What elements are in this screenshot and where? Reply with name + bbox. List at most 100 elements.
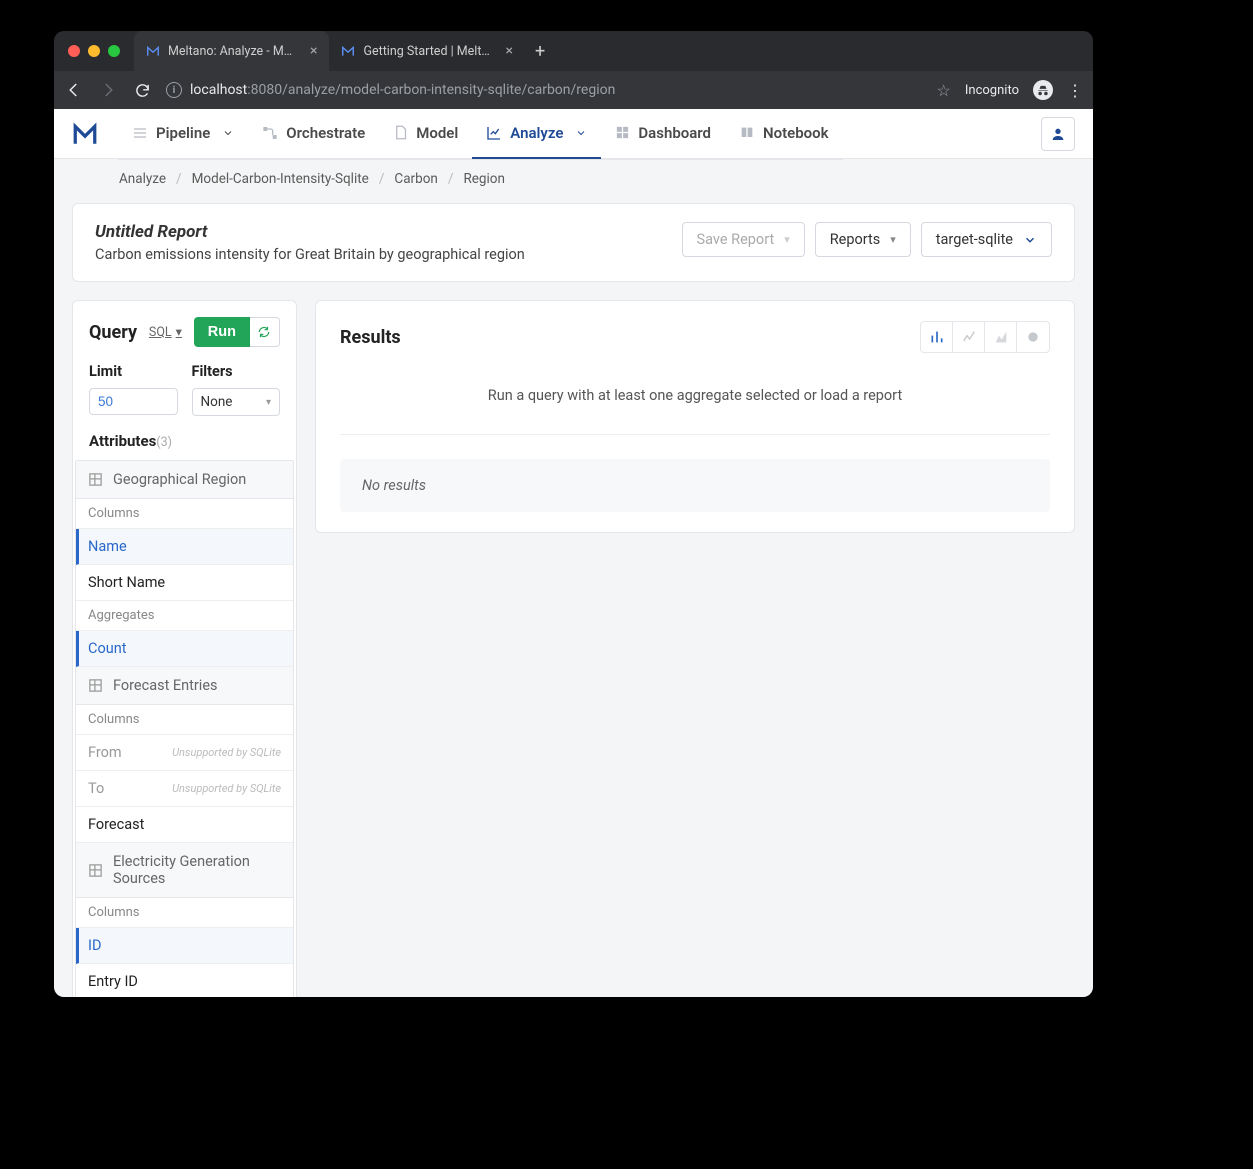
- button-label: Reports: [830, 231, 881, 248]
- nav-orchestrate[interactable]: Orchestrate: [248, 109, 379, 159]
- tab-title: Meltano: Analyze - Model Desi: [168, 44, 298, 59]
- url-host: localhost: [190, 82, 247, 98]
- button-label: target-sqlite: [936, 231, 1013, 248]
- attr-item-short-name[interactable]: Short Name: [76, 565, 293, 601]
- browser-menu-icon[interactable]: ⋮: [1067, 81, 1083, 100]
- url-bar[interactable]: i localhost:8080/analyze/model-carbon-in…: [166, 82, 923, 98]
- attr-section-aggregates: Aggregates: [76, 601, 293, 631]
- table-icon: [88, 863, 103, 878]
- chart-type-scatter[interactable]: [1017, 322, 1049, 352]
- new-tab-button[interactable]: +: [525, 31, 555, 71]
- caret-down-icon: ▾: [890, 233, 896, 246]
- table-icon: [88, 472, 103, 487]
- line-chart-icon: [961, 329, 977, 345]
- breadcrumb-item[interactable]: Carbon: [394, 171, 437, 187]
- meltano-favicon-icon: [146, 44, 160, 58]
- attr-item-count[interactable]: Count: [76, 631, 293, 667]
- nav-analyze[interactable]: Analyze: [472, 109, 601, 159]
- breadcrumb-item[interactable]: Region: [463, 171, 505, 187]
- nav-pipeline[interactable]: Pipeline: [118, 109, 248, 159]
- nav-label: Analyze: [510, 124, 563, 142]
- document-icon: [393, 125, 408, 140]
- limit-input[interactable]: [89, 388, 178, 415]
- button-label: Save Report: [697, 231, 775, 248]
- chevron-down-icon: [575, 127, 587, 139]
- report-subtitle: Carbon emissions intensity for Great Bri…: [95, 246, 525, 263]
- sql-toggle[interactable]: SQL ▾: [149, 324, 182, 340]
- attr-item-entry-id[interactable]: Entry ID: [76, 964, 293, 997]
- chart-type-line[interactable]: [953, 322, 985, 352]
- attr-group-name: Electricity Generation Sources: [113, 853, 281, 887]
- nav-label: Model: [416, 124, 458, 142]
- run-button[interactable]: Run: [194, 317, 250, 347]
- attr-group-header[interactable]: Forecast Entries: [76, 667, 293, 705]
- refresh-icon: [257, 325, 271, 339]
- no-results-message: No results: [340, 459, 1050, 512]
- window-close-icon[interactable]: [68, 45, 80, 57]
- breadcrumb-item[interactable]: Model-Carbon-Intensity-Sqlite: [192, 171, 369, 187]
- nav-label: Orchestrate: [286, 124, 365, 142]
- refresh-button[interactable]: [250, 317, 280, 347]
- attr-group-header[interactable]: Geographical Region: [76, 461, 293, 499]
- filters-value: None: [201, 394, 233, 410]
- tab-title: Getting Started | Meltano: [363, 44, 493, 59]
- nav-back-icon[interactable]: [64, 81, 84, 99]
- attr-item-forecast[interactable]: Forecast: [76, 807, 293, 843]
- attr-item-to: ToUnsupported by SQLite: [76, 771, 293, 807]
- browser-tab-active[interactable]: Meltano: Analyze - Model Desi ×: [134, 31, 329, 71]
- nav-label: Pipeline: [156, 124, 210, 142]
- reports-button[interactable]: Reports ▾: [815, 222, 911, 257]
- nav-model[interactable]: Model: [379, 109, 472, 159]
- attr-label: Count: [88, 640, 126, 657]
- bar-chart-icon: [929, 329, 945, 345]
- tab-close-icon[interactable]: ×: [505, 43, 512, 59]
- window-minimize-icon[interactable]: [88, 45, 100, 57]
- window-maximize-icon[interactable]: [108, 45, 120, 57]
- bookmark-star-icon[interactable]: ☆: [937, 81, 951, 100]
- attr-item-from: FromUnsupported by SQLite: [76, 735, 293, 771]
- chart-type-area[interactable]: [985, 322, 1017, 352]
- chart-type-bar[interactable]: [921, 322, 953, 352]
- breadcrumb-separator: /: [379, 171, 385, 187]
- table-icon: [88, 678, 103, 693]
- chevron-down-icon: [222, 127, 234, 139]
- browser-tabs: Meltano: Analyze - Model Desi × Getting …: [134, 31, 555, 71]
- caret-down-icon: ▾: [266, 397, 271, 408]
- attr-label: Name: [88, 538, 127, 555]
- query-title: Query: [89, 322, 137, 343]
- unsupported-note: Unsupported by SQLite: [172, 746, 281, 759]
- meltano-logo-icon[interactable]: [72, 121, 98, 147]
- query-panel: Query SQL ▾ Run: [72, 300, 297, 997]
- limit-label: Limit: [89, 363, 178, 380]
- results-message: Run a query with at least one aggregate …: [340, 377, 1050, 434]
- attributes-label: Attributes: [89, 432, 156, 450]
- chevron-down-icon: [1023, 233, 1037, 247]
- nav-dashboard[interactable]: Dashboard: [601, 109, 725, 159]
- breadcrumb-separator: /: [448, 171, 454, 187]
- unsupported-note: Unsupported by SQLite: [172, 782, 281, 795]
- attr-group-name: Geographical Region: [113, 471, 246, 488]
- attr-item-name[interactable]: Name: [76, 529, 293, 565]
- report-title: Untitled Report: [95, 222, 525, 242]
- nav-reload-icon[interactable]: [132, 82, 152, 99]
- browser-tab[interactable]: Getting Started | Meltano ×: [329, 31, 524, 71]
- incognito-icon: [1033, 80, 1053, 100]
- nav-notebook[interactable]: Notebook: [725, 109, 843, 159]
- user-menu-button[interactable]: [1041, 117, 1075, 151]
- attr-group-name: Forecast Entries: [113, 677, 218, 694]
- breadcrumb-item[interactable]: Analyze: [119, 171, 166, 187]
- attr-group-header[interactable]: Electricity Generation Sources: [76, 843, 293, 898]
- target-select[interactable]: target-sqlite: [921, 222, 1052, 257]
- attr-item-id[interactable]: ID: [76, 928, 293, 964]
- chart-line-icon: [486, 125, 502, 141]
- site-info-icon[interactable]: i: [166, 82, 182, 98]
- circle-icon: [1026, 330, 1040, 344]
- incognito-label: Incognito: [965, 83, 1019, 98]
- browser-titlebar: Meltano: Analyze - Model Desi × Getting …: [54, 31, 1093, 71]
- nav-forward-icon: [98, 81, 118, 99]
- divider: [340, 434, 1050, 435]
- filters-select[interactable]: None ▾: [192, 388, 281, 416]
- tab-close-icon[interactable]: ×: [310, 43, 317, 59]
- attr-label: Entry ID: [88, 973, 138, 990]
- attr-label: Short Name: [88, 574, 165, 591]
